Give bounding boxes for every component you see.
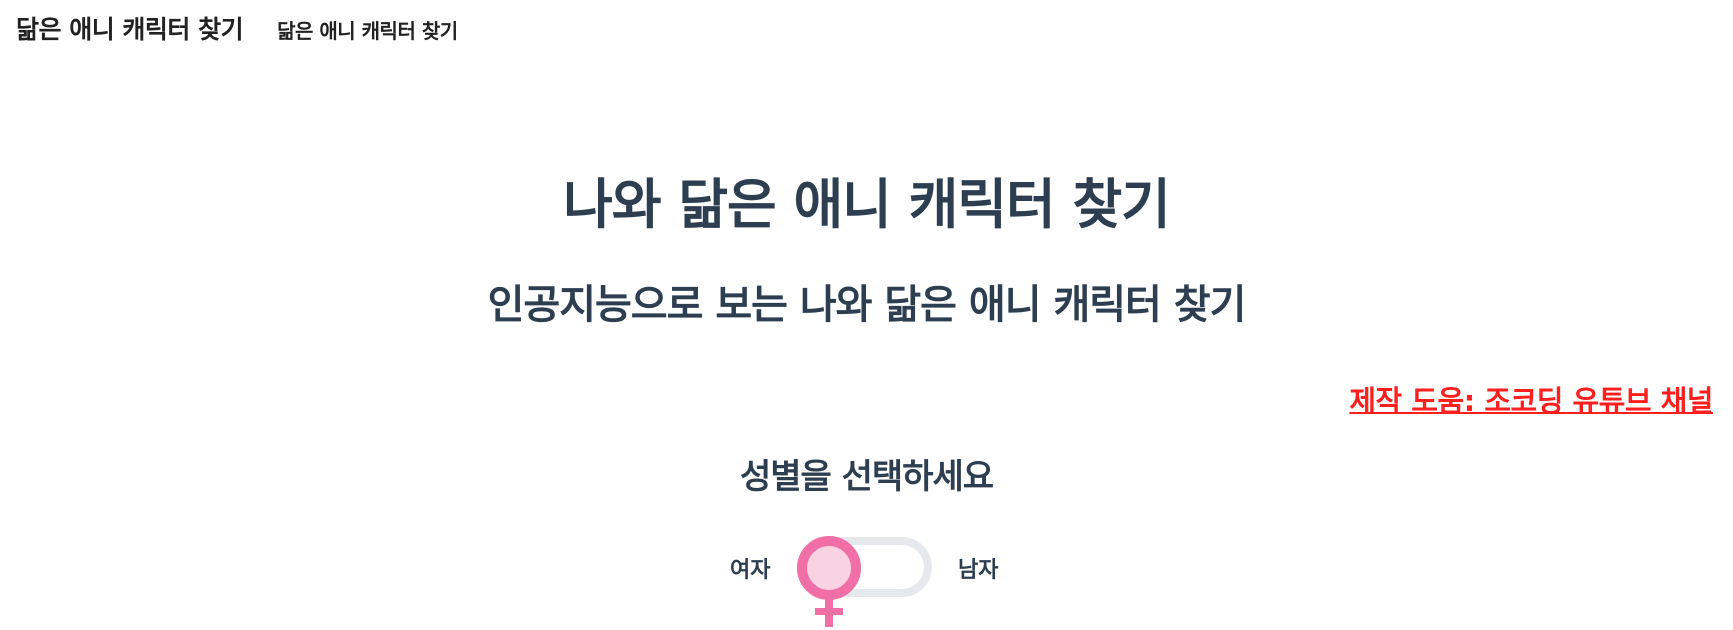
- gender-toggle: 여자 남자: [726, 534, 1006, 630]
- top-navbar: 닮은 애니 캐릭터 찾기 닮은 애니 캐릭터 찾기: [16, 10, 458, 46]
- brand-title[interactable]: 닮은 애니 캐릭터 찾기: [16, 10, 244, 46]
- female-label[interactable]: 여자: [730, 552, 770, 584]
- credit-link[interactable]: 제작 도움: 조코딩 유튜브 채널: [1349, 378, 1713, 420]
- gender-prompt: 성별을 선택하세요: [739, 457, 994, 497]
- female-symbol-icon[interactable]: [795, 534, 863, 630]
- brand-subtitle[interactable]: 닮은 애니 캐릭터 찾기: [277, 15, 458, 44]
- page-title: 나와 닮은 애니 캐릭터 찾기: [563, 173, 1171, 236]
- male-label[interactable]: 남자: [958, 552, 998, 584]
- page-subtitle: 인공지능으로 보는 나와 닮은 애니 캐릭터 찾기: [487, 282, 1247, 328]
- page: 닮은 애니 캐릭터 찾기 닮은 애니 캐릭터 찾기 나와 닮은 애니 캐릭터 찾…: [0, 0, 1733, 630]
